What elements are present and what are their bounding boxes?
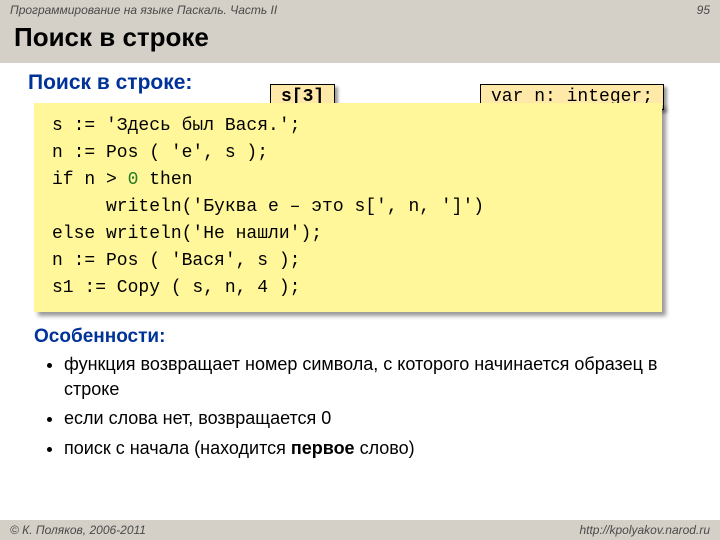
code-l4: writeln('Буква е – это s[', n, ']') — [52, 197, 484, 217]
code-l3b: 0 — [128, 170, 139, 190]
course-label: Программирование на языке Паскаль. Часть… — [10, 3, 277, 17]
page-number: 95 — [697, 3, 710, 17]
topband: Программирование на языке Паскаль. Часть… — [0, 0, 720, 20]
website-link: http://kpolyakov.narod.ru — [579, 523, 710, 537]
code-l6: n := Pos ( 'Вася', s ); — [52, 251, 300, 271]
title-bar: Поиск в строке — [0, 20, 720, 63]
f3c: слово) — [355, 438, 415, 458]
code-l7: s1 := Copy ( s, n, 4 ); — [52, 278, 300, 298]
content: Поиск в строке: s := 'Здесь был Вася.'; … — [0, 63, 720, 461]
code-l3c: then — [138, 170, 192, 190]
code-l5: else writeln('Не нашли'); — [52, 224, 322, 244]
list-item: поиск с начала (находится первое слово) — [64, 436, 692, 461]
list-item: если слова нет, возвращается 0 — [64, 406, 692, 431]
subheading-search: Поиск в строке: — [28, 71, 692, 95]
f3b: первое — [291, 438, 355, 458]
list-item: функция возвращает номер символа, с кото… — [64, 352, 692, 402]
page-title: Поиск в строке — [14, 22, 706, 53]
footer: © К. Поляков, 2006-2011 http://kpolyakov… — [0, 520, 720, 540]
subheading-features: Особенности: — [34, 326, 692, 348]
copyright: © К. Поляков, 2006-2011 — [10, 523, 146, 537]
code-l2: n := Pos ( 'е', s ); — [52, 143, 268, 163]
f3a: поиск с начала (находится — [64, 438, 291, 458]
code-l3a: if n > — [52, 170, 128, 190]
code-l1: s := 'Здесь был Вася.'; — [52, 116, 300, 136]
features-list: функция возвращает номер символа, с кото… — [64, 352, 692, 461]
code-block: s := 'Здесь был Вася.'; n := Pos ( 'е', … — [34, 103, 662, 312]
